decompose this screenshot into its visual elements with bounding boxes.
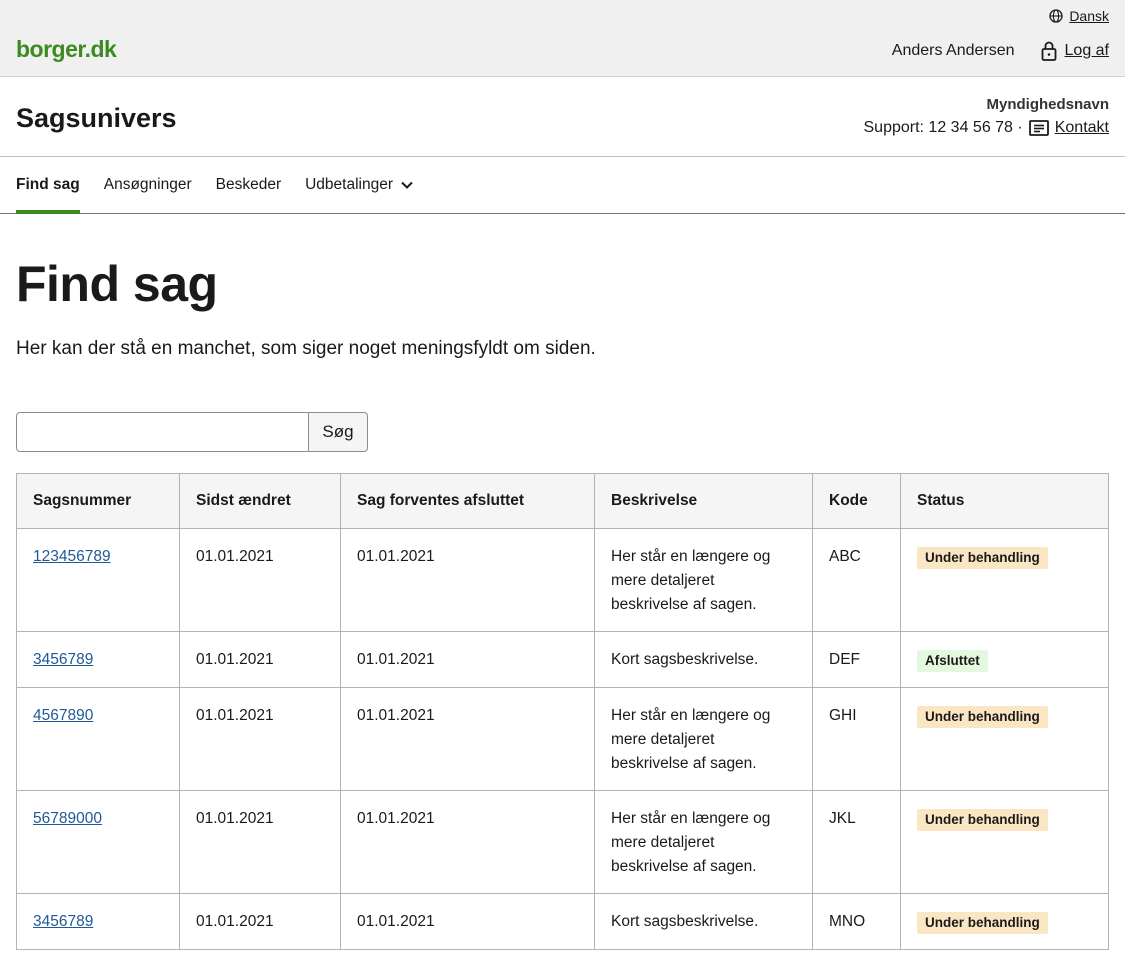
table-header-row: Sagsnummer Sidst ændret Sag forventes af… xyxy=(16,473,1109,529)
column-header-forventes-afsluttet: Sag forventes afsluttet xyxy=(340,473,595,529)
nav-item-label: Find sag xyxy=(16,176,80,193)
cell-changed: 01.01.2021 xyxy=(179,631,341,688)
case-link[interactable]: 56789000 xyxy=(33,810,102,827)
cell-expected: 01.01.2021 xyxy=(340,631,595,688)
portal-header: Dansk borger.dk Anders Andersen Log af xyxy=(0,0,1125,77)
language-selector[interactable]: Dansk xyxy=(1049,8,1109,24)
cell-description: Her står en længere og mere detaljeret b… xyxy=(594,790,813,894)
case-link[interactable]: 3456789 xyxy=(33,913,93,930)
cell-code: MNO xyxy=(812,893,901,950)
cell-changed: 01.01.2021 xyxy=(179,790,341,894)
nav-item-label: Ansøgninger xyxy=(103,176,192,193)
cell-changed: 01.01.2021 xyxy=(179,528,341,632)
nav-item-label: Udbetalinger xyxy=(305,176,394,193)
table-row: 123456789 01.01.2021 01.01.2021 Her står… xyxy=(16,528,1109,632)
nav-item-find-sag[interactable]: Find sag xyxy=(16,157,80,214)
cell-expected: 01.01.2021 xyxy=(340,790,595,894)
table-row: 4567890 01.01.2021 01.01.2021 Her står e… xyxy=(16,687,1109,791)
cell-sagsnummer: 3456789 xyxy=(16,893,180,950)
logout-label[interactable]: Log af xyxy=(1065,42,1109,60)
column-header-status: Status xyxy=(900,473,1109,529)
status-badge: Under behandling xyxy=(917,912,1048,934)
table-row: 56789000 01.01.2021 01.01.2021 Her står … xyxy=(16,790,1109,894)
column-header-beskrivelse: Beskrivelse xyxy=(594,473,813,529)
nav-item-beskeder[interactable]: Beskeder xyxy=(216,157,281,213)
authority-name: Myndighedsnavn xyxy=(986,96,1109,113)
case-table: Sagsnummer Sidst ændret Sag forventes af… xyxy=(16,473,1109,950)
column-header-kode: Kode xyxy=(812,473,901,529)
status-badge: Under behandling xyxy=(917,547,1048,569)
support-line: Support: 12 34 56 78 · Kontakt xyxy=(864,119,1110,137)
cell-status: Under behandling xyxy=(900,893,1109,950)
cell-changed: 01.01.2021 xyxy=(179,687,341,791)
support-phone: Support: 12 34 56 78 · xyxy=(863,119,1023,136)
solution-title[interactable]: Sagsunivers xyxy=(16,103,177,134)
table-row: 3456789 01.01.2021 01.01.2021 Kort sagsb… xyxy=(16,893,1109,950)
cell-description: Kort sagsbeskrivelse. xyxy=(594,893,813,950)
authority-info: Myndighedsnavn Support: 12 34 56 78 · Ko… xyxy=(864,96,1110,137)
search-form: Søg xyxy=(16,412,1109,452)
column-header-sagsnummer: Sagsnummer xyxy=(16,473,180,529)
cell-expected: 01.01.2021 xyxy=(340,528,595,632)
cell-expected: 01.01.2021 xyxy=(340,687,595,791)
main-navigation: Find sag Ansøgninger Beskeder Udbetaling… xyxy=(0,157,1125,214)
table-row: 3456789 01.01.2021 01.01.2021 Kort sagsb… xyxy=(16,631,1109,688)
status-badge: Afsluttet xyxy=(917,650,988,672)
cell-sagsnummer: 3456789 xyxy=(16,631,180,688)
language-link[interactable]: Dansk xyxy=(1069,8,1109,24)
solution-header: Sagsunivers Myndighedsnavn Support: 12 3… xyxy=(0,77,1125,157)
lock-icon xyxy=(1041,41,1056,61)
message-icon xyxy=(1028,120,1049,136)
case-link[interactable]: 3456789 xyxy=(33,651,93,668)
status-badge: Under behandling xyxy=(917,809,1048,831)
main-content: Find sag Her kan der stå en manchet, som… xyxy=(0,258,1125,950)
case-link[interactable]: 123456789 xyxy=(33,548,111,565)
chevron-down-icon xyxy=(401,181,413,189)
nav-item-label: Beskeder xyxy=(215,176,282,193)
user-area: Anders Andersen Log af xyxy=(892,41,1109,61)
cell-status: Under behandling xyxy=(900,528,1109,632)
status-badge: Under behandling xyxy=(917,706,1048,728)
nav-item-ansoegninger[interactable]: Ansøgninger xyxy=(104,157,192,213)
cell-code: JKL xyxy=(812,790,901,894)
cell-sagsnummer: 56789000 xyxy=(16,790,180,894)
cell-sagsnummer: 4567890 xyxy=(16,687,180,791)
cell-description: Her står en længere og mere detaljeret b… xyxy=(594,528,813,632)
cell-sagsnummer: 123456789 xyxy=(16,528,180,632)
cell-status: Afsluttet xyxy=(900,631,1109,688)
page-title: Find sag xyxy=(16,256,218,312)
cell-status: Under behandling xyxy=(900,687,1109,791)
user-name: Anders Andersen xyxy=(891,42,1015,59)
borger-dk-logo[interactable]: borger.dk xyxy=(16,36,117,63)
page-lead: Her kan der stå en manchet, som siger no… xyxy=(16,338,596,359)
case-link[interactable]: 4567890 xyxy=(33,707,93,724)
cell-code: ABC xyxy=(812,528,901,632)
search-button[interactable]: Søg xyxy=(309,412,368,452)
column-header-sidst-aendret: Sidst ændret xyxy=(179,473,341,529)
cell-status: Under behandling xyxy=(900,790,1109,894)
cell-description: Kort sagsbeskrivelse. xyxy=(594,631,813,688)
cell-code: GHI xyxy=(812,687,901,791)
cell-expected: 01.01.2021 xyxy=(340,893,595,950)
search-input[interactable] xyxy=(16,412,309,452)
contact-link[interactable]: Kontakt xyxy=(1055,119,1109,137)
logout-link[interactable]: Log af xyxy=(1041,41,1109,61)
cell-description: Her står en længere og mere detaljeret b… xyxy=(594,687,813,791)
cell-changed: 01.01.2021 xyxy=(179,893,341,950)
nav-item-udbetalinger[interactable]: Udbetalinger xyxy=(305,157,413,213)
cell-code: DEF xyxy=(812,631,901,688)
globe-icon xyxy=(1049,9,1063,23)
